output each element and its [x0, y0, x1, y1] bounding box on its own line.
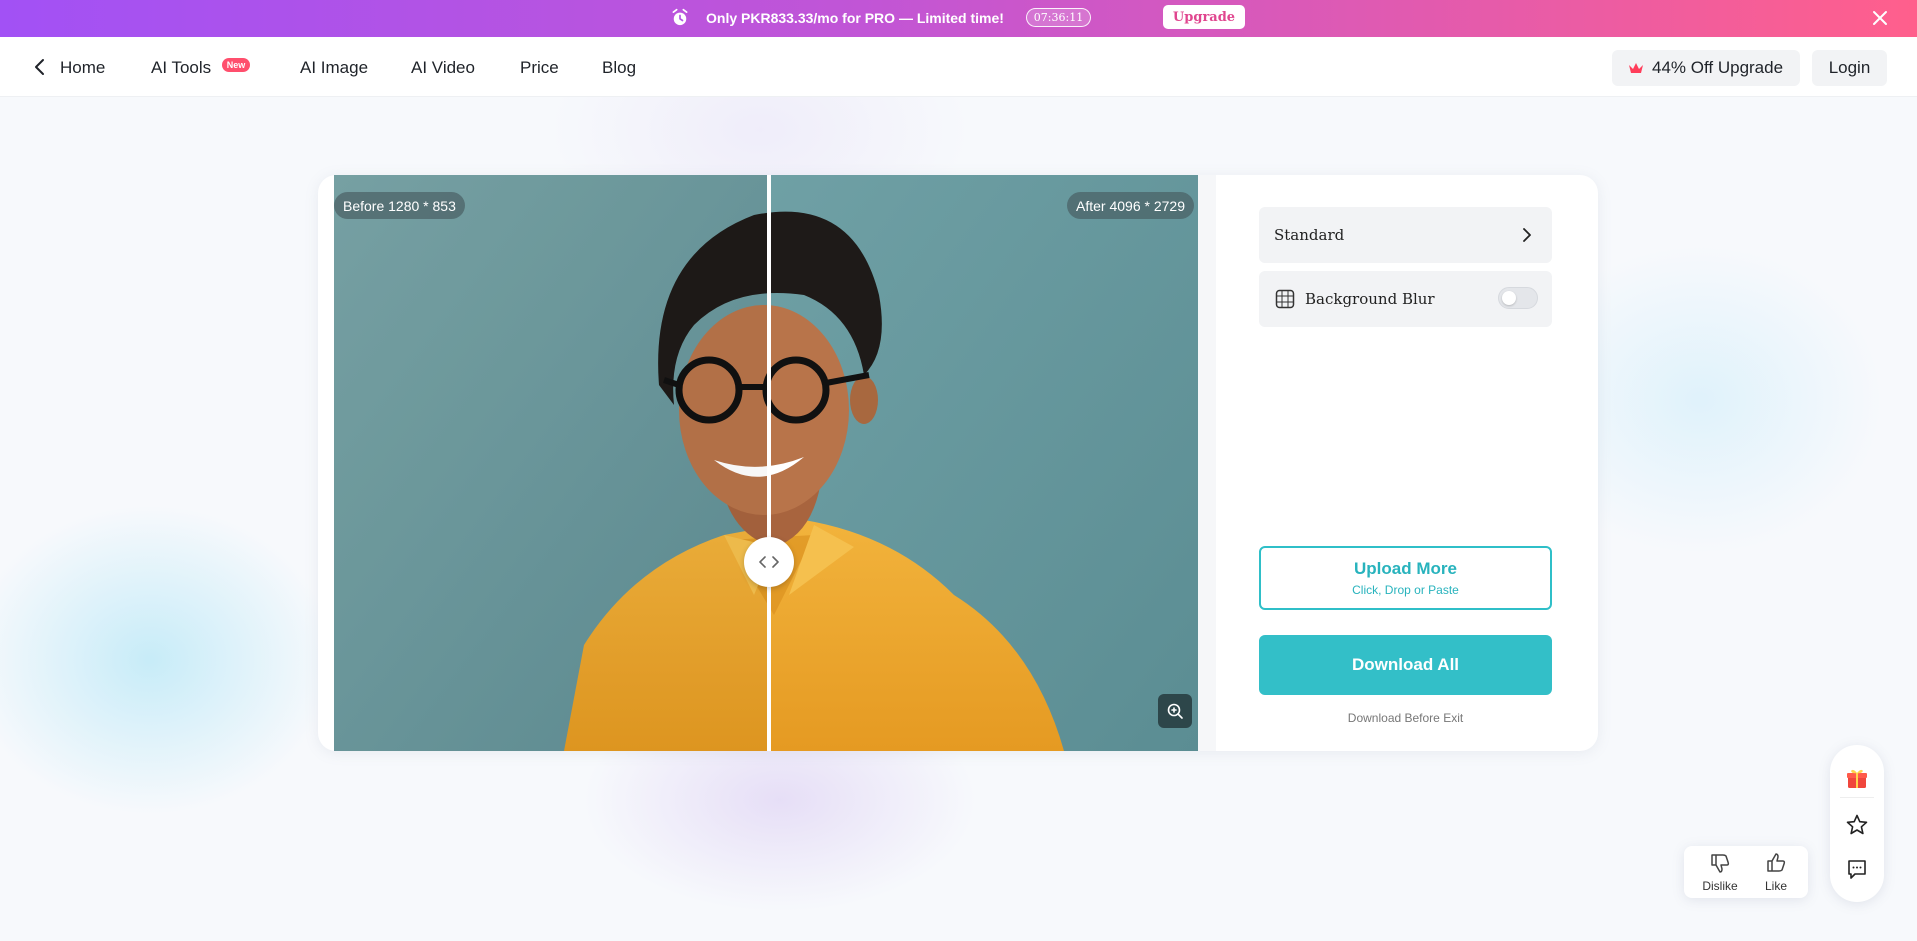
background-blur-label: Background Blur	[1305, 290, 1435, 308]
promo-banner: Only PKR833.33/mo for PRO — Limited time…	[0, 0, 1917, 37]
upload-more-button[interactable]: Upload More Click, Drop or Paste	[1259, 546, 1552, 610]
gift-icon[interactable]	[1845, 767, 1869, 791]
alarm-clock-icon	[672, 8, 688, 26]
promo-upgrade-button[interactable]: Upgrade	[1163, 5, 1245, 29]
zoom-button[interactable]	[1158, 694, 1192, 728]
thumbs-up-icon	[1767, 853, 1786, 872]
grid-icon	[1275, 289, 1295, 309]
like-button[interactable]: Like	[1750, 851, 1802, 893]
floating-tools	[1830, 745, 1884, 902]
dislike-label: Dislike	[1702, 879, 1738, 893]
background-blur-option: Background Blur	[1259, 271, 1552, 327]
nav-home[interactable]: Home	[60, 58, 105, 78]
close-icon[interactable]	[1870, 8, 1890, 28]
comparison-slider-handle[interactable]	[744, 537, 794, 587]
nav-ai-image[interactable]: AI Image	[300, 58, 368, 78]
before-size-label: Before 1280 * 853	[334, 192, 465, 219]
star-icon[interactable]	[1845, 813, 1869, 837]
widget-divider	[1840, 797, 1874, 798]
new-badge: New	[222, 58, 250, 72]
nav-ai-tools[interactable]: AI Tools	[151, 58, 211, 78]
mode-selector[interactable]: Standard	[1259, 207, 1552, 263]
chevron-right-icon	[1523, 228, 1531, 242]
nav-ai-video[interactable]: AI Video	[411, 58, 475, 78]
thumbs-down-icon	[1711, 854, 1730, 873]
nav-price[interactable]: Price	[520, 58, 559, 78]
upload-more-subtitle: Click, Drop or Paste	[1352, 583, 1459, 597]
countdown-timer: 07:36:11	[1026, 8, 1091, 27]
download-note: Download Before Exit	[1347, 711, 1464, 725]
dislike-button[interactable]: Dislike	[1694, 851, 1746, 893]
upgrade-offer-button[interactable]: 44% Off Upgrade	[1612, 50, 1800, 86]
chevron-left-icon[interactable]	[33, 57, 47, 77]
login-button[interactable]: Login	[1812, 50, 1887, 86]
zoom-in-icon	[1167, 703, 1183, 719]
background-blur-toggle[interactable]	[1498, 287, 1538, 309]
feedback-widget: Dislike Like	[1684, 846, 1808, 898]
crown-icon	[1629, 63, 1643, 73]
panel-separator	[1198, 175, 1216, 751]
comparison-divider	[767, 175, 771, 751]
before-after-viewer[interactable]: Before 1280 * 853 After 4096 * 2729	[334, 175, 1198, 751]
drag-arrows-icon	[759, 556, 779, 568]
nav-blog[interactable]: Blog	[602, 58, 636, 78]
upload-more-title: Upload More	[1354, 559, 1457, 578]
comparison-photo	[334, 175, 1198, 751]
mode-label: Standard	[1274, 226, 1345, 244]
top-navigation: Home AI Tools New AI Image AI Video Pric…	[0, 37, 1917, 97]
upgrade-offer-label: 44% Off Upgrade	[1652, 58, 1784, 77]
chat-icon[interactable]	[1845, 857, 1869, 881]
after-size-label: After 4096 * 2729	[1067, 192, 1194, 219]
promo-message: Only PKR833.33/mo for PRO — Limited time…	[706, 10, 1004, 26]
download-all-button[interactable]: Download All	[1259, 635, 1552, 695]
like-label: Like	[1764, 879, 1787, 893]
